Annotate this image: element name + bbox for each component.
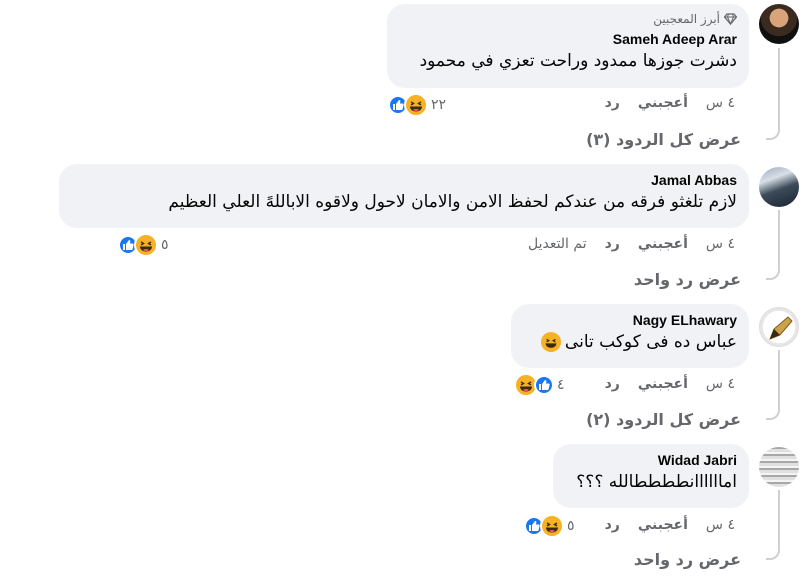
- top-fan-badge: أبرز المعجبين: [399, 12, 737, 26]
- badge-label: أبرز المعجبين: [653, 12, 720, 26]
- comment-author[interactable]: Jamal Abbas: [71, 172, 737, 188]
- avatar[interactable]: [759, 4, 799, 44]
- comment-text: لازم تلغثو فرقه من عندكم لحفظ الامن والا…: [168, 192, 737, 212]
- avatar[interactable]: [759, 167, 799, 207]
- reaction-summary[interactable]: ٥: [524, 514, 578, 538]
- reaction-count: ٥: [567, 518, 575, 534]
- comment-actions: ٤ س أعجبني رد: [587, 95, 735, 111]
- comment-bubble: Widad Jabri اماااااانططططالله ؟؟؟: [553, 444, 749, 508]
- thread-connector: [766, 266, 780, 280]
- reply-button[interactable]: رد: [605, 236, 620, 252]
- reaction-summary[interactable]: ٤: [514, 373, 568, 397]
- comment-time[interactable]: ٤ س: [706, 95, 735, 111]
- comment-text: دشرت جوزها ممدود وراحت تعزي في محمود: [419, 51, 737, 71]
- haha-reaction-icon: [540, 514, 564, 538]
- thread-connector: [766, 406, 780, 420]
- haha-reaction-icon: [404, 93, 428, 117]
- thread-line: [778, 350, 780, 408]
- thread-line: [778, 490, 780, 548]
- view-replies-link[interactable]: عرض رد واحد: [634, 550, 741, 569]
- laughing-emoji-icon: [540, 332, 561, 352]
- comment-time[interactable]: ٤ س: [706, 517, 735, 533]
- pen-icon: [769, 316, 793, 340]
- comment-bubble: Nagy ELhawary عباس ده فى كوكب تانى: [511, 304, 749, 368]
- comment-author[interactable]: Sameh Adeep Arar: [399, 31, 737, 47]
- comment-actions: ٤ س أعجبني رد تم التعديل: [510, 236, 735, 252]
- avatar[interactable]: [759, 307, 799, 347]
- comment-text: عباس ده فى كوكب تانى: [523, 331, 737, 353]
- comment-author[interactable]: Widad Jabri: [565, 452, 737, 468]
- haha-reaction-icon: [134, 233, 158, 257]
- reaction-summary[interactable]: ٥: [118, 233, 172, 257]
- thread-line: [778, 210, 780, 268]
- comment-actions: ٤ س أعجبني رد: [587, 376, 735, 392]
- comment-bubble: Jamal Abbas لازم تلغثو فرقه من عندكم لحف…: [59, 164, 749, 228]
- reaction-summary[interactable]: ٢٢: [388, 93, 449, 117]
- view-replies-link[interactable]: عرض كل الردود (٢): [586, 410, 741, 429]
- reaction-count: ٢٢: [431, 97, 447, 113]
- like-button[interactable]: أعجبني: [638, 95, 688, 111]
- comment-author[interactable]: Nagy ELhawary: [523, 312, 737, 328]
- reply-button[interactable]: رد: [605, 95, 620, 111]
- reaction-count: ٤: [557, 377, 565, 393]
- comment-text-body: عباس ده فى كوكب تانى: [564, 332, 737, 352]
- like-button[interactable]: أعجبني: [638, 517, 688, 533]
- reply-button[interactable]: رد: [605, 376, 620, 392]
- comment-actions: ٤ س أعجبني رد: [587, 517, 735, 533]
- comment-time[interactable]: ٤ س: [706, 376, 735, 392]
- avatar[interactable]: [759, 447, 799, 487]
- thread-connector: [766, 126, 780, 140]
- thread-line: [778, 48, 780, 128]
- like-button[interactable]: أعجبني: [638, 236, 688, 252]
- edited-label: تم التعديل: [527, 236, 587, 252]
- thread-connector: [766, 546, 780, 560]
- like-reaction-icon: [534, 375, 554, 395]
- reply-button[interactable]: رد: [605, 517, 620, 533]
- diamond-badge-icon: [724, 13, 737, 25]
- comment-time[interactable]: ٤ س: [706, 236, 735, 252]
- reaction-count: ٥: [161, 237, 169, 253]
- view-replies-link[interactable]: عرض رد واحد: [634, 270, 741, 289]
- like-button[interactable]: أعجبني: [638, 376, 688, 392]
- comment-text: اماااااانططططالله ؟؟؟: [576, 472, 737, 492]
- comment-bubble: أبرز المعجبين Sameh Adeep Arar دشرت جوزه…: [387, 4, 749, 88]
- view-replies-link[interactable]: عرض كل الردود (٣): [586, 130, 741, 149]
